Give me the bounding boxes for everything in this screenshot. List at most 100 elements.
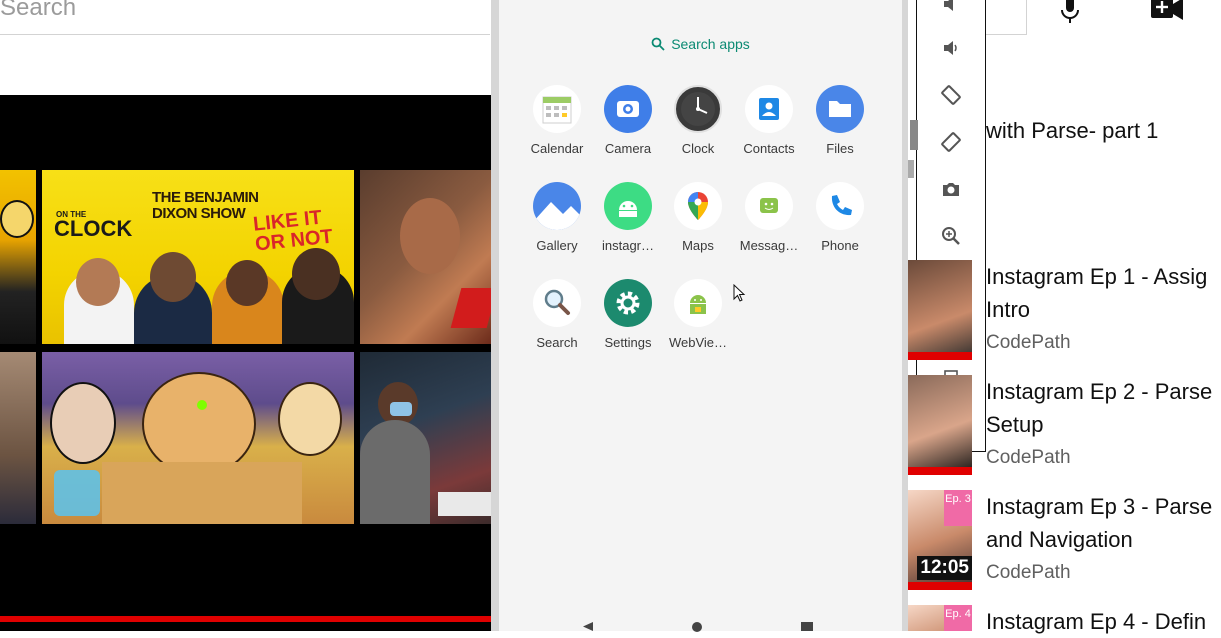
cartoon-character	[278, 382, 342, 456]
volume-up-icon[interactable]	[939, 0, 963, 16]
clock-icon	[674, 85, 722, 133]
search-apps-label: Search apps	[671, 36, 750, 52]
contacts-icon	[745, 85, 793, 133]
app-label: Settings	[604, 335, 652, 350]
video-title: Instagram Ep 3 - Parse and Navigation	[986, 490, 1221, 556]
video-title: with Parse- part 1	[986, 118, 1159, 143]
person-figure	[400, 198, 460, 274]
app-messages[interactable]: Messag…	[734, 182, 804, 253]
app-settings[interactable]: Settings	[593, 279, 663, 350]
video-progress-bar[interactable]	[0, 616, 492, 622]
video-thumbnail[interactable]	[0, 352, 36, 524]
video-thumbnail[interactable]	[0, 170, 36, 344]
video-thumbnail[interactable]	[908, 260, 972, 360]
app-instagram[interactable]: instagr…	[593, 182, 663, 253]
app-calendar[interactable]: Calendar	[522, 85, 592, 156]
app-phone[interactable]: Phone	[805, 182, 875, 253]
app-label: Files	[826, 141, 854, 156]
recommended-video[interactable]: Ep. 4 Instagram Ep 4 - Defin	[908, 605, 1221, 634]
app-files[interactable]: Files	[805, 85, 875, 156]
app-label: Messag…	[739, 238, 799, 253]
youtube-main-panel: ON THE CLOCK THE BENJAMIN DIXON SHOW LIK…	[0, 0, 492, 631]
channel-logo	[54, 470, 100, 516]
app-label: Contacts	[743, 141, 795, 156]
cartoon-character	[50, 382, 116, 464]
cartoon-character	[102, 462, 302, 524]
recommended-video[interactable]: Instagram Ep 2 - Parse Setup CodePath	[908, 375, 1221, 485]
calendar-icon	[533, 85, 581, 133]
video-thumbnail[interactable]	[360, 170, 492, 344]
person-figure	[226, 260, 268, 306]
episode-badge: Ep. 4	[944, 605, 972, 631]
emulator-screen[interactable]: Search apps Calendar Camera Clock Contac…	[499, 0, 902, 632]
create-video-icon[interactable]	[1151, 0, 1185, 22]
nav-back-button[interactable]	[583, 622, 593, 631]
title-line: Instagram Ep 1 - Assig	[986, 264, 1208, 289]
thumbnail-edge	[908, 160, 914, 178]
maps-icon	[674, 182, 722, 230]
search-magnifier-icon	[533, 279, 581, 327]
video-duration: 12:05	[917, 556, 972, 580]
thumbnail-edge	[910, 120, 918, 150]
title-line: Instagram Ep 4 - Defin	[986, 609, 1207, 634]
recommended-video[interactable]: Instagram Ep 1 - Assig Intro CodePath	[908, 260, 1221, 370]
video-thumbnail[interactable]	[908, 375, 972, 475]
app-contacts[interactable]: Contacts	[734, 85, 804, 156]
app-webview[interactable]: WebVie…	[663, 279, 733, 350]
app-label: Clock	[681, 141, 715, 156]
channel-name[interactable]: CodePath	[986, 562, 1071, 584]
watch-progress-bar	[908, 582, 972, 590]
video-thumbnail[interactable]	[360, 352, 492, 524]
cursor-dot	[197, 400, 207, 410]
app-maps[interactable]: Maps	[663, 182, 733, 253]
mouse-pointer	[733, 283, 747, 309]
emulator-frame	[491, 0, 499, 631]
guest-label	[438, 492, 492, 516]
rotate-left-icon[interactable]	[939, 83, 963, 107]
rotate-right-icon[interactable]	[939, 130, 963, 154]
channel-name[interactable]: CodePath	[986, 332, 1071, 354]
app-label: instagr…	[601, 238, 655, 253]
volume-down-icon[interactable]	[939, 36, 963, 60]
messages-icon	[745, 182, 793, 230]
app-search[interactable]: Search	[522, 279, 592, 350]
android-icon	[604, 182, 652, 230]
app-label: Search	[536, 335, 578, 350]
nav-recents-button[interactable]	[801, 622, 813, 631]
video-title: Instagram Ep 2 - Parse Setup	[986, 375, 1221, 441]
video-thumbnail[interactable]: Ep. 4	[908, 605, 972, 631]
app-label: WebVie…	[668, 335, 728, 350]
episode-badge: Ep. 3	[944, 490, 972, 526]
face-mask	[390, 402, 412, 416]
title-line: Intro	[986, 297, 1031, 322]
gallery-icon	[533, 182, 581, 230]
screenshot-camera-icon[interactable]	[939, 177, 963, 201]
settings-gear-icon	[604, 279, 652, 327]
app-label: Maps	[682, 238, 714, 253]
app-clock[interactable]: Clock	[663, 85, 733, 156]
app-camera[interactable]: Camera	[593, 85, 663, 156]
app-gallery[interactable]: Gallery	[522, 182, 592, 253]
zoom-icon[interactable]	[939, 224, 963, 248]
camera-icon	[604, 85, 652, 133]
search-apps-button[interactable]: Search apps	[499, 36, 902, 54]
thumbnail-text: CLOCK	[54, 216, 133, 241]
microphone-icon[interactable]	[1057, 0, 1083, 26]
webview-android-icon	[674, 279, 722, 327]
watch-progress-bar	[908, 352, 972, 360]
watch-progress-bar	[908, 467, 972, 475]
person-figure	[150, 252, 196, 302]
app-label: Calendar	[530, 141, 584, 156]
search-input[interactable]	[0, 0, 480, 26]
files-icon	[816, 85, 864, 133]
recommended-video[interactable]: Ep. 3 12:05 Instagram Ep 3 - Parse and N…	[908, 490, 1221, 600]
title-line: Setup	[986, 412, 1044, 437]
person-figure	[292, 248, 340, 300]
title-line: Instagram Ep 2 - Parse	[986, 379, 1213, 404]
search-bar	[0, 0, 490, 35]
person-figure	[360, 420, 430, 524]
search-box-edge[interactable]	[986, 0, 1027, 35]
video-thumbnail[interactable]: Ep. 3 12:05	[908, 490, 972, 590]
video-thumbnail[interactable]: ON THE CLOCK THE BENJAMIN DIXON SHOW LIK…	[42, 170, 354, 344]
channel-name[interactable]: CodePath	[986, 447, 1071, 469]
